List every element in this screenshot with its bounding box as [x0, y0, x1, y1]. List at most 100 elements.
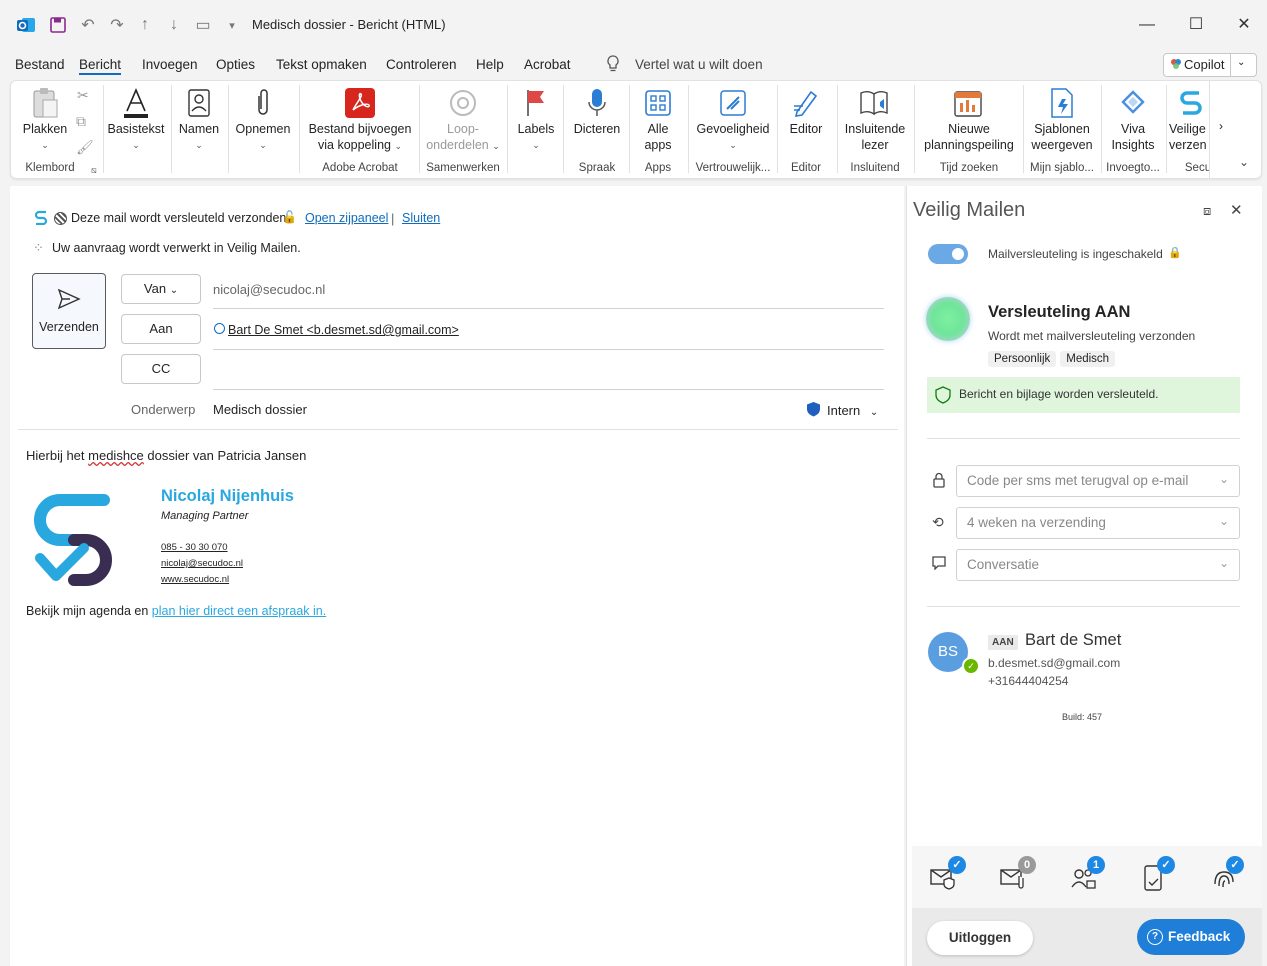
- planningspeiling-button[interactable]: Nieuwe planningspeiling: [919, 85, 1019, 153]
- tag-persoonlijk: Persoonlijk: [988, 351, 1057, 367]
- paste-button[interactable]: Plakken ⌄: [21, 85, 69, 153]
- misspelled-word[interactable]: medishce: [88, 448, 144, 463]
- send-button[interactable]: Verzenden: [32, 273, 106, 349]
- group-editor: Editor: [790, 162, 822, 174]
- menu-invoegen[interactable]: Invoegen: [142, 57, 198, 72]
- menu-opties[interactable]: Opties: [216, 57, 255, 72]
- loop-icon: [423, 85, 503, 121]
- namen-label: Namen: [178, 122, 220, 136]
- to-button[interactable]: Aan: [121, 314, 201, 344]
- menu-help[interactable]: Help: [476, 57, 504, 72]
- encryption-notice: Deze mail wordt versleuteld verzonden.: [71, 211, 290, 225]
- immersive-reader-icon: [841, 85, 909, 121]
- auth-method-select[interactable]: Code per sms met terugval op e-mail ⌄: [956, 465, 1240, 497]
- menu-acrobat[interactable]: Acrobat: [524, 57, 571, 72]
- pin-panel-icon[interactable]: ⧈: [1203, 203, 1211, 219]
- processing-message: Uw aanvraag wordt verwerkt in Veilig Mai…: [52, 241, 301, 255]
- namen-button[interactable]: Namen ⌄: [174, 85, 224, 153]
- agenda-link[interactable]: plan hier direct een afspraak in.: [152, 604, 326, 618]
- close-window-icon[interactable]: ✕: [1233, 14, 1255, 36]
- lock-open-icon: 🔓: [282, 210, 297, 224]
- alle-apps-line2: apps: [644, 138, 672, 152]
- veilig-verzenden-button[interactable]: Veilige verzen: [1169, 85, 1213, 153]
- secudoc-small-icon: [34, 209, 48, 228]
- loop-onderdelen-button[interactable]: Loop- onderdelen ⌄: [423, 85, 503, 154]
- group-tijd: Tijd zoeken: [939, 162, 999, 174]
- microphone-icon: [569, 85, 625, 121]
- arrow-down-icon[interactable]: ↓: [163, 14, 185, 36]
- close-notice-link[interactable]: Sluiten: [402, 211, 440, 225]
- bestand-bijvoegen-button[interactable]: Bestand bijvoegen via koppeling ⌄: [305, 85, 415, 154]
- cut-icon[interactable]: ✂: [77, 87, 89, 104]
- badge-check-3: ✓: [1226, 856, 1244, 874]
- tell-me-search[interactable]: Vertel wat u wilt doen: [635, 57, 763, 72]
- encryption-toggle[interactable]: [928, 244, 968, 264]
- minimize-icon[interactable]: —: [1136, 14, 1158, 36]
- copilot-icon: [1170, 58, 1182, 73]
- to-recipient[interactable]: Bart De Smet <b.desmet.sd@gmail.com>: [228, 323, 459, 337]
- labels-label: Labels: [517, 122, 555, 136]
- copy-icon[interactable]: ⧉: [76, 113, 86, 130]
- copilot-button[interactable]: Copilot ⌄: [1163, 53, 1257, 77]
- menu-tekst-opmaken[interactable]: Tekst opmaken: [276, 57, 367, 72]
- sensitivity-label[interactable]: Intern ⌄: [827, 403, 878, 418]
- signature-website[interactable]: www.secudoc.nl: [161, 574, 229, 585]
- maximize-icon[interactable]: ☐: [1185, 14, 1207, 36]
- shield-check-icon: [935, 386, 951, 407]
- labels-button[interactable]: Labels ⌄: [513, 85, 559, 153]
- undo-icon[interactable]: ↶: [77, 14, 99, 36]
- insluitende-lezer-button[interactable]: Insluitende lezer: [841, 85, 909, 153]
- send-icon: [57, 288, 81, 313]
- menu-bestand[interactable]: Bestand: [15, 57, 65, 72]
- conversation-mode-select[interactable]: Conversatie ⌄: [956, 549, 1240, 581]
- arrow-up-icon[interactable]: ↑: [134, 14, 156, 36]
- editor-button[interactable]: Editor: [781, 85, 831, 137]
- open-panel-link[interactable]: Open zijpaneel: [305, 211, 388, 225]
- cc-input[interactable]: [213, 362, 884, 386]
- send-label: Verzenden: [39, 320, 99, 334]
- viva-insights-icon: [1103, 85, 1163, 121]
- dialog-launcher-icon[interactable]: ⧅: [91, 165, 97, 176]
- nieuwe-line1: Nieuwe: [948, 122, 990, 136]
- sjablonen-button[interactable]: Sjablonen weergeven: [1027, 85, 1097, 153]
- outlook-logo-icon: [15, 14, 37, 36]
- expiry-select[interactable]: 4 weken na verzending ⌄: [956, 507, 1240, 539]
- template-icon: [1027, 85, 1097, 121]
- group-samenwerken: Samenwerken: [426, 162, 500, 174]
- qat-customize-icon[interactable]: ▾: [221, 14, 243, 36]
- compose-pane: Deze mail wordt versleuteld verzonden. 🔓…: [10, 186, 904, 966]
- copilot-chevron-icon[interactable]: ⌄: [1237, 57, 1245, 68]
- ribbon-expand-chevron-icon[interactable]: ⌄: [1239, 155, 1249, 169]
- status-subtitle: Wordt met mailversleuteling verzonden: [988, 329, 1196, 343]
- redo-icon[interactable]: ↷: [106, 14, 128, 36]
- ribbon-scroll-right-icon[interactable]: ›: [1209, 81, 1232, 178]
- subject-input[interactable]: Medisch dossier: [213, 402, 307, 417]
- signature-phone[interactable]: 085 - 30 30 070: [161, 542, 228, 553]
- sensitivity-icon: [693, 85, 773, 121]
- signature-email[interactable]: nicolaj@secudoc.nl: [161, 558, 243, 569]
- opnemen-button[interactable]: Opnemen ⌄: [233, 85, 293, 153]
- message-body[interactable]: Hierbij het medishce dossier van Patrici…: [26, 448, 306, 463]
- lock-small-icon: 🔒: [1168, 247, 1182, 259]
- group-vertrouwelijk: Vertrouwelijk...: [695, 162, 771, 174]
- panel-title: Veilig Mailen: [913, 199, 1026, 221]
- gevoeligheid-label: Gevoeligheid: [696, 122, 770, 136]
- alle-apps-button[interactable]: Alle apps: [633, 85, 683, 153]
- subject-label: Onderwerp: [131, 402, 196, 417]
- menu-bericht[interactable]: Bericht: [79, 57, 121, 72]
- ribbon: Plakken ⌄ ✂ ⧉ 🖌 Klembord ⧅ Basistekst ⌄ …: [10, 80, 1262, 179]
- menu-controleren[interactable]: Controleren: [386, 57, 457, 72]
- close-panel-icon[interactable]: ✕: [1230, 201, 1243, 219]
- window-layout-icon[interactable]: ▭: [192, 14, 214, 36]
- signature-name: Nicolaj Nijenhuis: [161, 487, 294, 505]
- gevoeligheid-button[interactable]: Gevoeligheid ⌄: [693, 85, 773, 153]
- viva-insights-button[interactable]: Viva Insights: [1103, 85, 1163, 153]
- dicteren-button[interactable]: Dicteren: [569, 85, 625, 137]
- basistekst-button[interactable]: Basistekst ⌄: [107, 85, 165, 153]
- cc-button[interactable]: CC: [121, 354, 201, 384]
- from-button[interactable]: Van ⌄: [121, 274, 201, 304]
- logout-button[interactable]: Uitloggen: [927, 921, 1033, 955]
- save-icon[interactable]: [47, 14, 69, 36]
- feedback-button[interactable]: ? Feedback: [1137, 919, 1245, 955]
- format-painter-icon[interactable]: 🖌: [76, 139, 94, 156]
